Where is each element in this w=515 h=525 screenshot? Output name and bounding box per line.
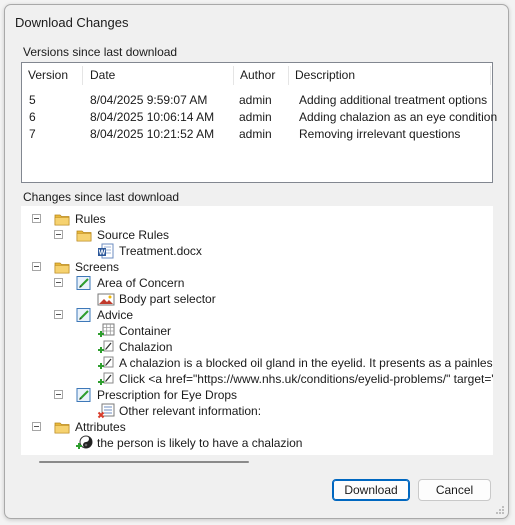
folder-icon — [53, 419, 71, 435]
description-cell: Removing irrelevant questions — [299, 127, 461, 141]
screen-edit-icon — [75, 387, 93, 403]
date-cell: 8/04/2025 9:59:07 AM — [90, 93, 208, 107]
collapse-toggle[interactable] — [32, 214, 41, 223]
tree-node-label: Container — [119, 324, 172, 338]
tree-node[interactable]: Click <a href="https://www.nhs.uk/condit… — [21, 371, 493, 387]
version-cell: 5 — [29, 93, 36, 107]
tree-node[interactable]: W Treatment.docx — [21, 243, 493, 259]
tree-node-label: Click <a href="https://www.nhs.uk/condit… — [119, 372, 493, 386]
description-cell: Adding additional treatment options — [299, 93, 488, 107]
tree-node-label: A chalazion is a blocked oil gland in th… — [119, 356, 493, 370]
collapse-toggle[interactable] — [54, 390, 63, 399]
tree-node[interactable]: Other relevant information: — [21, 403, 493, 419]
add-attribute-icon — [75, 435, 93, 451]
tree-node[interactable]: Container — [21, 323, 493, 339]
tree-node-label: Other relevant information: — [119, 404, 262, 418]
image-control-icon — [97, 291, 115, 307]
cancel-button[interactable]: Cancel — [418, 479, 491, 501]
tree-node-label: Rules — [75, 212, 106, 226]
tree-node-label: Source Rules — [97, 228, 170, 242]
add-label-icon — [97, 371, 115, 387]
column-header-author[interactable]: Author — [234, 63, 288, 88]
date-cell: 8/04/2025 10:21:52 AM — [90, 127, 215, 141]
author-cell: admin — [239, 93, 272, 107]
version-row[interactable]: 6 8/04/2025 10:06:14 AM admin Adding chalaz… — [22, 109, 497, 126]
versions-section-label: Versions since last download — [23, 45, 178, 59]
add-label-icon — [97, 355, 115, 371]
tree-node[interactable]: Chalazion — [21, 339, 493, 355]
versions-list[interactable]: Version Date Author Description 5 8/04/20… — [21, 62, 497, 183]
tree-node[interactable]: Prescription for Eye Drops — [21, 387, 493, 403]
tree-node-label: Area of Concern — [97, 276, 185, 290]
add-container-icon — [97, 323, 115, 339]
screen-edit-icon — [75, 275, 93, 291]
collapse-toggle[interactable] — [54, 310, 63, 319]
version-row[interactable]: 7 8/04/2025 10:21:52 AM admin Removing irre… — [22, 126, 492, 143]
delete-list-icon — [97, 403, 115, 419]
resize-grip-icon[interactable] — [495, 505, 505, 515]
tree-node[interactable]: Source Rules — [21, 227, 493, 243]
tree-node-label: Body part selector — [119, 292, 216, 306]
version-cell: 6 — [29, 110, 36, 124]
changes-tree[interactable]: Rules Source Rules W Treatment.docx Screens A… — [21, 206, 493, 455]
tree-node-label: Advice — [97, 308, 134, 322]
author-cell: admin — [239, 127, 272, 141]
column-header-description[interactable]: Description — [289, 63, 489, 88]
tree-node-label: the person is likely to have a chalazion — [97, 436, 303, 450]
folder-icon — [53, 259, 71, 275]
tree-node[interactable]: Rules — [21, 211, 493, 227]
dialog-title: Download Changes — [15, 15, 129, 30]
download-button[interactable]: Download — [332, 479, 410, 501]
tree-node-label: Attributes — [75, 420, 126, 434]
description-cell: Adding chalazion as an eye condition — [299, 110, 498, 124]
tree-node[interactable]: Area of Concern — [21, 275, 493, 291]
tree-node-label: Chalazion — [119, 340, 173, 354]
tree-node[interactable]: the person is likely to have a chalazion — [21, 435, 493, 451]
horizontal-scrollbar[interactable] — [21, 455, 493, 465]
scrollbar-thumb[interactable] — [39, 461, 249, 463]
add-label-icon — [97, 339, 115, 355]
tree-node-label: Treatment.docx — [119, 244, 202, 258]
collapse-toggle[interactable] — [54, 278, 63, 287]
tree-node[interactable]: Screens — [21, 259, 493, 275]
version-row[interactable]: 5 8/04/2025 9:59:07 AM admin Adding additio… — [22, 92, 492, 109]
tree-node-label: Screens — [75, 260, 120, 274]
tree-node[interactable]: A chalazion is a blocked oil gland in th… — [21, 355, 493, 371]
collapse-toggle[interactable] — [32, 262, 41, 271]
collapse-toggle[interactable] — [32, 422, 41, 431]
changes-section-label: Changes since last download — [23, 190, 180, 204]
folder-icon — [53, 211, 71, 227]
folder-icon — [75, 227, 93, 243]
svg-text:W: W — [99, 250, 106, 257]
column-header-version[interactable]: Version — [22, 63, 82, 88]
word-document-icon: W — [97, 243, 115, 259]
date-cell: 8/04/2025 10:06:14 AM — [90, 110, 215, 124]
tree-node[interactable]: Body part selector — [21, 291, 493, 307]
version-cell: 7 — [29, 127, 36, 141]
tree-node[interactable]: Attributes — [21, 419, 493, 435]
download-changes-dialog: Download Changes Versions since last dow… — [4, 4, 509, 519]
tree-node-label: Prescription for Eye Drops — [97, 388, 238, 402]
tree-node[interactable]: Advice — [21, 307, 493, 323]
screen-edit-icon — [75, 307, 93, 323]
column-header-date[interactable]: Date — [84, 63, 232, 88]
collapse-toggle[interactable] — [54, 230, 63, 239]
author-cell: admin — [239, 110, 272, 124]
